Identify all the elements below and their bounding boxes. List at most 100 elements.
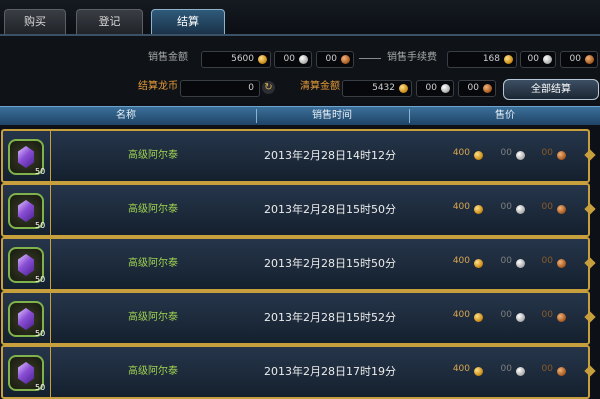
fee-gold-field: 168 bbox=[447, 51, 517, 68]
bronze-coin-icon bbox=[585, 55, 594, 64]
silver-coin-icon bbox=[516, 151, 525, 160]
row-corner-ornament bbox=[584, 365, 596, 377]
clear-gold-field: 5432 bbox=[342, 80, 412, 97]
item-name: 高级阿尔泰 bbox=[128, 366, 178, 377]
purple-gem-icon bbox=[18, 200, 34, 222]
tab-settle[interactable]: 结算 bbox=[151, 9, 225, 35]
tab-buy[interactable]: 购买 bbox=[4, 9, 66, 35]
sales-amount-gold-field: 5600 bbox=[201, 51, 271, 68]
sale-time: 2013年2月28日17时19分 bbox=[264, 365, 396, 378]
sales-amount-silver-field: 00 bbox=[274, 51, 312, 68]
sales-amount-silver-value: 00 bbox=[283, 54, 295, 64]
clear-bronze-field: 00 bbox=[458, 80, 496, 97]
fee-silver-field: 00 bbox=[520, 51, 556, 68]
tab-register[interactable]: 登记 bbox=[76, 9, 143, 35]
sales-amount-bronze-value: 00 bbox=[325, 54, 337, 64]
item-icon-cell: 50 bbox=[3, 239, 51, 289]
item-name: 高级阿尔泰 bbox=[128, 150, 178, 161]
item-quantity: 50 bbox=[35, 329, 46, 338]
sales-amount-label: 销售金额 bbox=[148, 52, 188, 63]
price-silver: 00 bbox=[500, 256, 512, 266]
bronze-coin-icon bbox=[557, 313, 566, 322]
silver-coin-icon bbox=[543, 55, 552, 64]
silver-coin-icon bbox=[516, 205, 525, 214]
price-gold: 400 bbox=[452, 310, 470, 320]
table-row[interactable]: 50 高级阿尔泰 2013年2月28日15时52分 400 00 00 bbox=[1, 291, 596, 345]
dragon-coin-value: 0 bbox=[248, 83, 254, 93]
bronze-coin-icon bbox=[341, 55, 350, 64]
tab-bar: 购买 登记 结算 bbox=[0, 0, 600, 36]
refresh-icon[interactable]: ↻ bbox=[262, 81, 275, 94]
bronze-coin-icon bbox=[557, 259, 566, 268]
price-gold: 400 bbox=[452, 364, 470, 374]
sales-amount-gold-value: 5600 bbox=[231, 54, 254, 64]
item-quantity: 50 bbox=[35, 167, 46, 176]
purple-gem-icon bbox=[18, 362, 34, 384]
gold-coin-icon bbox=[258, 55, 267, 64]
clear-silver-field: 00 bbox=[416, 80, 454, 97]
fee-gold-value: 168 bbox=[482, 54, 500, 64]
table-row[interactable]: 50 高级阿尔泰 2013年2月28日15时50分 400 00 00 bbox=[1, 183, 596, 237]
item-quantity: 50 bbox=[35, 275, 46, 284]
item-icon-cell: 50 bbox=[3, 293, 51, 343]
price-bronze: 00 bbox=[541, 364, 553, 374]
price-gold: 400 bbox=[452, 148, 470, 158]
price-bronze: 00 bbox=[541, 202, 553, 212]
row-corner-ornament bbox=[584, 311, 596, 323]
table-header: 名称 销售时间 售价 bbox=[0, 106, 600, 125]
bronze-coin-icon bbox=[557, 151, 566, 160]
item-name: 高级阿尔泰 bbox=[128, 312, 178, 323]
gold-coin-icon bbox=[474, 205, 483, 214]
clear-amount-label: 清算金额 bbox=[300, 81, 340, 92]
fee-silver-value: 00 bbox=[527, 54, 539, 64]
fee-label: 销售手续费 bbox=[387, 52, 437, 63]
row-corner-ornament bbox=[584, 149, 596, 161]
table-row[interactable]: 50 高级阿尔泰 2013年2月28日15时50分 400 00 00 bbox=[1, 237, 596, 291]
dragon-coin-field: 0 bbox=[180, 80, 260, 97]
price-gold: 400 bbox=[452, 202, 470, 212]
price-gold: 400 bbox=[452, 256, 470, 266]
purple-gem-icon bbox=[18, 146, 34, 168]
fee-bronze-value: 00 bbox=[569, 54, 581, 64]
settle-all-button[interactable]: 全部结算 bbox=[503, 79, 599, 100]
column-sale-time: 销售时间 bbox=[312, 110, 352, 121]
table-row[interactable]: 50 高级阿尔泰 2013年2月28日14时12分 400 00 00 bbox=[1, 129, 596, 183]
silver-coin-icon bbox=[441, 84, 450, 93]
price-silver: 00 bbox=[500, 310, 512, 320]
bronze-coin-icon bbox=[557, 367, 566, 376]
sale-time: 2013年2月28日14时12分 bbox=[264, 149, 396, 162]
silver-coin-icon bbox=[516, 259, 525, 268]
gold-coin-icon bbox=[399, 84, 408, 93]
silver-coin-icon bbox=[299, 55, 308, 64]
item-name: 高级阿尔泰 bbox=[128, 204, 178, 215]
bronze-coin-icon bbox=[557, 205, 566, 214]
item-name: 高级阿尔泰 bbox=[128, 258, 178, 269]
price-bronze: 00 bbox=[541, 310, 553, 320]
item-quantity: 50 bbox=[35, 221, 46, 230]
fee-bronze-field: 00 bbox=[560, 51, 598, 68]
price-bronze: 00 bbox=[541, 256, 553, 266]
separator-dash bbox=[359, 58, 381, 59]
sale-time: 2013年2月28日15时50分 bbox=[264, 203, 396, 216]
clear-bronze-value: 00 bbox=[467, 83, 479, 93]
row-corner-ornament bbox=[584, 203, 596, 215]
item-icon-cell: 50 bbox=[3, 347, 51, 397]
item-icon-cell: 50 bbox=[3, 131, 51, 181]
clear-gold-value: 5432 bbox=[372, 83, 395, 93]
purple-gem-icon bbox=[18, 308, 34, 330]
sale-time: 2013年2月28日15时52分 bbox=[264, 311, 396, 324]
row-corner-ornament bbox=[584, 257, 596, 269]
gold-coin-icon bbox=[474, 151, 483, 160]
price-silver: 00 bbox=[500, 202, 512, 212]
gold-coin-icon bbox=[504, 55, 513, 64]
price-silver: 00 bbox=[500, 148, 512, 158]
gold-coin-icon bbox=[474, 367, 483, 376]
item-icon-cell: 50 bbox=[3, 185, 51, 235]
column-name: 名称 bbox=[116, 110, 136, 121]
table-row[interactable]: 50 高级阿尔泰 2013年2月28日17时19分 400 00 00 bbox=[1, 345, 596, 399]
gold-coin-icon bbox=[474, 259, 483, 268]
bronze-coin-icon bbox=[483, 84, 492, 93]
price-bronze: 00 bbox=[541, 148, 553, 158]
silver-coin-icon bbox=[516, 367, 525, 376]
clear-silver-value: 00 bbox=[425, 83, 437, 93]
